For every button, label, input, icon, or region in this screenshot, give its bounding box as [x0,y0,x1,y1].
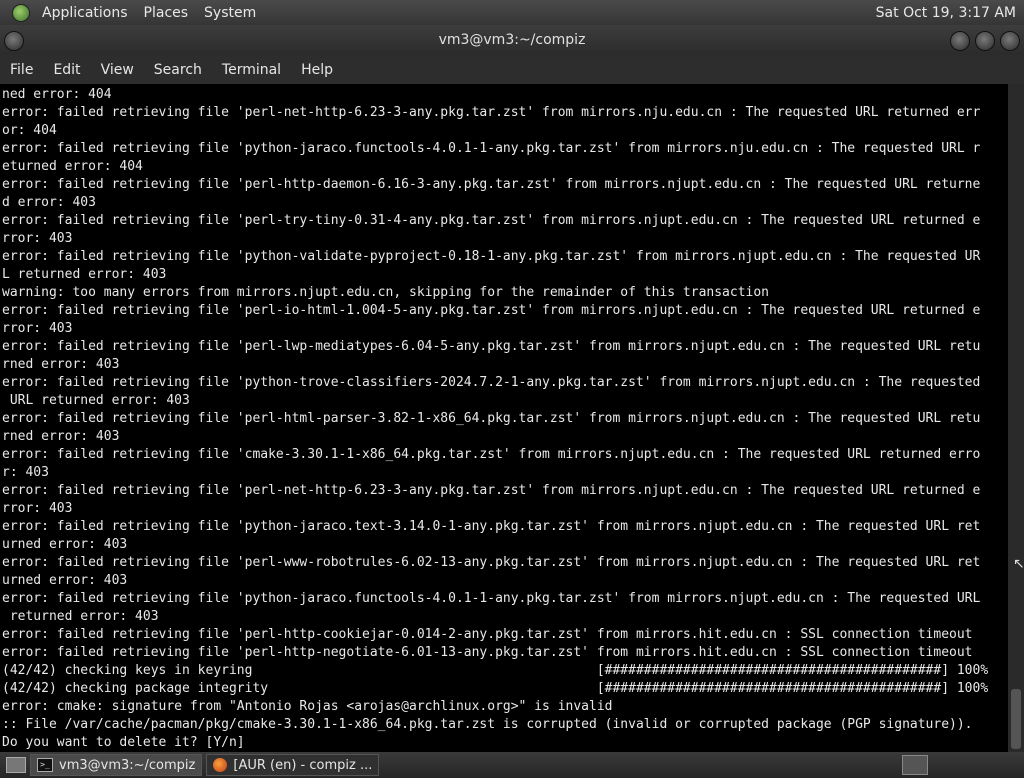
terminal-line: error: failed retrieving file 'perl-try-… [2,213,981,228]
terminal-line: error: failed retrieving file 'perl-net-… [2,105,981,120]
top-panel: Applications Places System Sat Oct 19, 3… [0,0,1024,25]
terminal-line: rned error: 403 [2,429,120,444]
terminal-line: (42/42) checking keys in keyring [######… [2,663,989,678]
terminal-line: error: failed retrieving file 'perl-lwp-… [2,339,981,354]
terminal-line: :: File /var/cache/pacman/pkg/cmake-3.30… [2,717,973,732]
workspace-switcher-icon[interactable] [902,755,928,775]
menu-file[interactable]: File [0,62,43,78]
terminal-line: rror: 403 [2,231,73,246]
terminal-line: error: failed retrieving file 'python-va… [2,249,981,264]
terminal-line: eturned error: 404 [2,159,143,174]
task-terminal[interactable]: >_ vm3@vm3:~/compiz [30,754,203,776]
firefox-icon [213,758,228,772]
terminal-line: Do you want to delete it? [Y/n] [2,735,245,750]
terminal-line: urned error: 403 [2,537,128,552]
terminal-line: d error: 403 [2,195,96,210]
menu-edit[interactable]: Edit [43,62,90,78]
window-titlebar[interactable]: vm3@vm3:~/compiz [0,25,1024,55]
terminal-line: error: failed retrieving file 'python-tr… [2,375,981,390]
mouse-cursor-icon: ↖ [1013,556,1024,572]
terminal-line: error: failed retrieving file 'perl-http… [2,645,973,660]
close-button[interactable] [1000,31,1020,51]
show-desktop-icon[interactable] [6,757,26,773]
terminal-line: error: failed retrieving file 'python-ja… [2,519,981,534]
terminal-line: returned error: 403 [2,609,159,624]
bottom-taskbar: >_ vm3@vm3:~/compiz [AUR (en) - compiz .… [0,752,1024,778]
terminal-line: error: failed retrieving file 'perl-io-h… [2,303,981,318]
terminal-line: warning: too many errors from mirrors.nj… [2,285,770,300]
terminal-menubar: File Edit View Search Terminal Help [0,55,1024,84]
task-terminal-label: vm3@vm3:~/compiz [59,757,196,773]
task-browser-label: [AUR (en) - compiz ... [233,757,373,773]
panel-menu-system[interactable]: System [196,5,264,21]
terminal-line: error: failed retrieving file 'perl-net-… [2,483,981,498]
terminal-scrollbar[interactable] [1008,84,1024,752]
terminal-line: error: failed retrieving file 'cmake-3.3… [2,447,981,462]
minimize-button[interactable] [950,31,970,51]
maximize-button[interactable] [975,31,995,51]
terminal-line: ned error: 404 [2,87,112,102]
terminal-line: rror: 403 [2,501,73,516]
terminal-line: error: failed retrieving file 'python-ja… [2,141,981,156]
task-browser[interactable]: [AUR (en) - compiz ... [206,754,380,776]
terminal-line: error: failed retrieving file 'python-ja… [2,591,981,606]
terminal-line: r: 403 [2,465,49,480]
menu-help[interactable]: Help [291,62,343,78]
terminal-icon: >_ [37,758,53,772]
terminal-line: error: failed retrieving file 'perl-http… [2,177,981,192]
terminal-line: or: 404 [2,123,57,138]
terminal-line: L returned error: 403 [2,267,167,282]
terminal-line: URL returned error: 403 [2,393,190,408]
terminal-line: urned error: 403 [2,573,128,588]
menu-view[interactable]: View [91,62,144,78]
terminal-line: error: failed retrieving file 'perl-html… [2,411,981,426]
panel-menu-applications[interactable]: Applications [34,5,136,21]
terminal-line: rror: 403 [2,321,73,336]
distro-logo-icon[interactable] [12,3,30,22]
window-title: vm3@vm3:~/compiz [438,32,586,48]
scrollbar-thumb[interactable] [1011,689,1021,749]
menu-search[interactable]: Search [144,62,212,78]
panel-clock[interactable]: Sat Oct 19, 3:17 AM [876,5,1024,21]
terminal-line: error: failed retrieving file 'perl-http… [2,627,973,642]
terminal-line: error: cmake: signature from "Antonio Ro… [2,699,613,714]
menu-terminal[interactable]: Terminal [212,62,291,78]
terminal-line: error: failed retrieving file 'perl-www-… [2,555,981,570]
panel-menu-places[interactable]: Places [136,5,197,21]
terminal-line: (42/42) checking package integrity [####… [2,681,989,696]
terminal-output[interactable]: ned error: 404 error: failed retrieving f… [0,84,1008,754]
terminal-line: rned error: 403 [2,357,120,372]
